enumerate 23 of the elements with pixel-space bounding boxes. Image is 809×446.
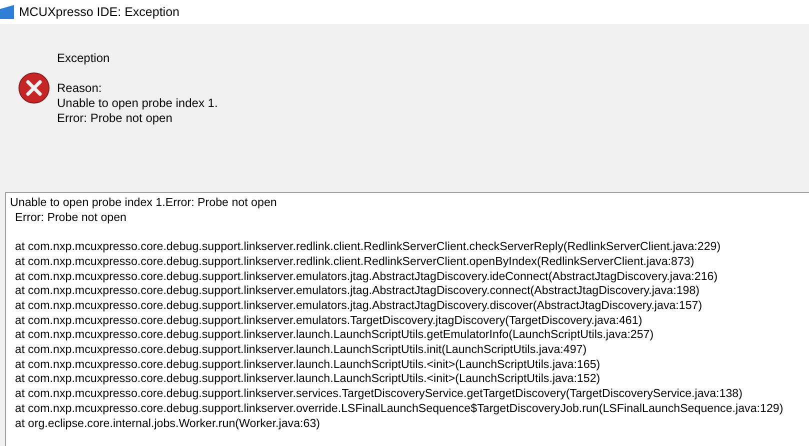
stack-trace-line: at com.nxp.mcuxpresso.core.debug.support.linkserver.override.LSFinalLaunchSequence$TargetDiscoveryJob.run(LSFinalLaunchSequence.java:129) [14,402,784,417]
details-line: Error: Probe not open [14,210,128,226]
stack-trace-line: at com.nxp.mcuxpresso.core.debug.support.linkserver.launch.LaunchScriptUtils.init(LaunchScriptUtils.java:497) [14,343,588,358]
reason-label: Reason: [57,81,103,96]
details-text-area[interactable] [5,192,809,446]
details-line: Unable to open probe index 1.Error: Probe not open [10,196,278,211]
stack-trace-line: at com.nxp.mcuxpresso.core.debug.support.linkserver.emulators.jtag.AbstractJtagDiscovery.discover(AbstractJtagDiscovery.java:157) [14,298,704,314]
stack-trace-line: at org.eclipse.core.internal.jobs.Worker.run(Worker.java:63) [14,416,322,432]
stack-trace-line: at com.nxp.mcuxpresso.core.debug.support.linkserver.emulators.jtag.AbstractJtagDiscovery.connect(AbstractJtagDiscovery.java:198) [14,284,701,299]
stack-trace-line: at com.nxp.mcuxpresso.core.debug.support.linkserver.redlink.client.RedlinkServerClient.openByIndex(RedlinkServerClient.java:873) [14,254,696,270]
stack-trace-line: at com.nxp.mcuxpresso.core.debug.support.linkserver.emulators.TargetDiscovery.jtagDiscovery(TargetDiscovery.java:461) [14,314,644,328]
stack-trace-line: at com.nxp.mcuxpresso.core.debug.support.linkserver.launch.LaunchScriptUtils.<init>(LaunchScriptUtils.java:152) [14,372,602,388]
stack-trace-line: at com.nxp.mcuxpresso.core.debug.support.linkserver.services.TargetDiscoveryService.getTargetDiscovery(TargetDiscoveryService.java:138) [14,387,744,402]
message-text: Error: Probe not open [57,111,174,126]
window-title: MCUXpresso IDE: Exception [19,5,180,19]
error-icon [18,72,50,104]
stack-trace-line: at com.nxp.mcuxpresso.core.debug.support.linkserver.launch.LaunchScriptUtils.getEmulatorInfo(LaunchScriptUtils.java:257) [14,328,655,344]
stack-trace-line: at com.nxp.mcuxpresso.core.debug.support.linkserver.emulators.jtag.AbstractJtagDiscovery.ideConnect(AbstractJtagDiscovery.java:216) [14,270,719,284]
stack-trace-line: at com.nxp.mcuxpresso.core.debug.support.linkserver.launch.LaunchScriptUtils.<init>(LaunchScriptUtils.java:165) [14,358,602,372]
message-heading: Exception [57,51,111,66]
message-text: Unable to open probe index 1. [57,96,218,111]
stack-trace-line: at com.nxp.mcuxpresso.core.debug.support.linkserver.redlink.client.RedlinkServerClient.checkServerReply(RedlinkServerClient.java:229) [14,240,722,255]
app-icon [0,5,14,19]
